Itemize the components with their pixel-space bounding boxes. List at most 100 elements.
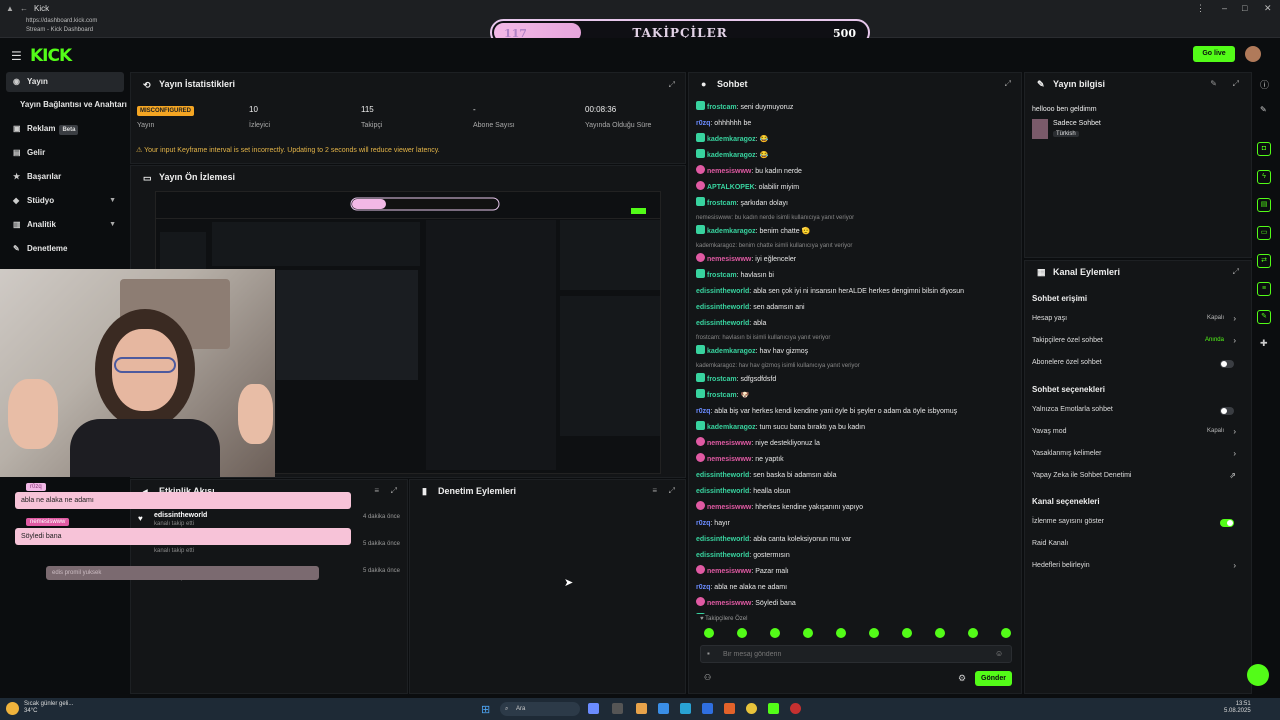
- goals-setting[interactable]: Hedefleri belirleyin ›: [1032, 561, 1240, 576]
- slow-mode-setting[interactable]: Yavaş mod Kapalı ›: [1032, 427, 1240, 442]
- emote-icon[interactable]: [737, 628, 747, 638]
- maximize-icon[interactable]: □: [1242, 3, 1247, 13]
- language-tag[interactable]: Türkish: [1053, 131, 1079, 137]
- rail-list-icon[interactable]: ≡: [1257, 282, 1271, 296]
- rail-camera-icon[interactable]: ◘: [1257, 142, 1271, 156]
- chat-username[interactable]: edissintheworld: [696, 552, 749, 559]
- chat-input[interactable]: [700, 645, 1012, 663]
- subs-only-setting[interactable]: Abonelere özel sohbet: [1032, 359, 1240, 373]
- filter-icon[interactable]: ≡: [374, 486, 379, 495]
- chat-username[interactable]: kademkaragoz: [707, 152, 756, 159]
- emote-icon[interactable]: [935, 628, 945, 638]
- sidebar-item-moderation[interactable]: ✎ Denetleme: [6, 239, 124, 259]
- expand-icon[interactable]: ⤢: [391, 486, 397, 496]
- expand-icon[interactable]: ⤢: [669, 80, 675, 90]
- emote-icon[interactable]: [1001, 628, 1011, 638]
- rail-wrench-icon[interactable]: ✎: [1257, 310, 1271, 324]
- taskbar-app-icon[interactable]: [588, 703, 599, 714]
- chat-username[interactable]: nemesiswww: [707, 440, 751, 447]
- ai-moderation-setting[interactable]: Yapay Zeka ile Sohbet Denetimi ⇗: [1032, 471, 1240, 486]
- show-viewers-toggle[interactable]: [1220, 519, 1234, 527]
- chat-username[interactable]: r0zq: [696, 520, 710, 527]
- sidebar-item-analytics[interactable]: ▥ Analitik ▼: [6, 215, 124, 235]
- chat-username[interactable]: edissintheworld: [696, 320, 749, 327]
- emote-icon[interactable]: [803, 628, 813, 638]
- category-name[interactable]: Sadece Sohbet: [1053, 120, 1101, 127]
- windows-start-icon[interactable]: ⊞: [481, 703, 490, 716]
- raid-setting[interactable]: Raid Kanalı: [1032, 540, 1240, 554]
- chat-username[interactable]: frostcam: [707, 392, 737, 399]
- emote-only-toggle[interactable]: [1220, 407, 1234, 415]
- rail-bolt-icon[interactable]: ϟ: [1257, 170, 1271, 184]
- browser-tab-title[interactable]: Kick: [34, 4, 49, 13]
- chrome-icon[interactable]: [746, 703, 757, 714]
- chat-username[interactable]: edissintheworld: [696, 288, 749, 295]
- sidebar-item-ads[interactable]: ▣ Reklam Beta: [6, 119, 124, 139]
- chat-username[interactable]: kademkaragoz: [707, 424, 756, 431]
- chat-username[interactable]: nemesiswww: [707, 504, 751, 511]
- filter-icon[interactable]: ≡: [652, 486, 657, 495]
- user-avatar[interactable]: [1245, 46, 1261, 62]
- taskbar-app-icon[interactable]: [680, 703, 691, 714]
- emote-icon[interactable]: [869, 628, 879, 638]
- chat-username[interactable]: APTALKOPEK: [707, 184, 755, 191]
- taskbar-app-icon[interactable]: [636, 703, 647, 714]
- chat-username[interactable]: frostcam: [707, 376, 737, 383]
- chat-username[interactable]: nemesiswww: [707, 568, 751, 575]
- activity-user[interactable]: edissintheworld: [154, 512, 207, 519]
- taskbar-app-icon[interactable]: [658, 703, 669, 714]
- taskbar-app-icon[interactable]: [612, 703, 623, 714]
- minimize-icon[interactable]: –: [1222, 3, 1227, 13]
- sidebar-subitem-stream-key[interactable]: Yayın Bağlantısı ve Anahtarı: [20, 100, 127, 109]
- sidebar-item-stream[interactable]: ◉ Yayın: [6, 72, 124, 92]
- chat-username[interactable]: nemesiswww: [707, 456, 751, 463]
- emote-icon[interactable]: [968, 628, 978, 638]
- account-age-setting[interactable]: Hesap yaşı Kapalı ›: [1032, 314, 1240, 329]
- chat-username[interactable]: r0zq: [696, 408, 710, 415]
- expand-icon[interactable]: ⤢: [1233, 267, 1239, 277]
- chat-message-list[interactable]: frostcam: seni duymuyoruz r0zq: ohhhhhh b…: [696, 100, 1016, 614]
- chat-username[interactable]: kademkaragoz: [707, 348, 756, 355]
- sidebar-item-studio[interactable]: ◆ Stüdyo ▼: [6, 191, 124, 211]
- followers-only-setting[interactable]: Takipçilere özel sohbet Anında ›: [1032, 336, 1240, 351]
- obs-icon[interactable]: [790, 703, 801, 714]
- emoji-icon[interactable]: ☺: [995, 649, 1003, 658]
- chat-username[interactable]: r0zq: [696, 120, 710, 127]
- expand-icon[interactable]: ⤢: [1233, 79, 1239, 89]
- rail-document-icon[interactable]: ▤: [1257, 198, 1271, 212]
- taskbar-app-icon[interactable]: [724, 703, 735, 714]
- emote-icon[interactable]: [902, 628, 912, 638]
- chat-username[interactable]: nemesiswww: [707, 256, 751, 263]
- back-icon[interactable]: ←: [20, 4, 28, 13]
- go-live-button[interactable]: Go live: [1193, 46, 1235, 62]
- rail-swap-icon[interactable]: ⇄: [1257, 254, 1271, 268]
- add-widget-icon[interactable]: ✚: [1260, 338, 1268, 349]
- chat-username[interactable]: kademkaragoz: [707, 228, 756, 235]
- kick-app-icon[interactable]: [768, 703, 779, 714]
- info-icon[interactable]: ⓘ: [1260, 78, 1269, 91]
- chat-input-icon[interactable]: ▪: [707, 649, 710, 658]
- chat-username[interactable]: edissintheworld: [696, 488, 749, 495]
- sidebar-item-revenue[interactable]: ▤ Gelir: [6, 143, 124, 163]
- expand-icon[interactable]: ⤢: [1005, 79, 1011, 89]
- chat-username[interactable]: frostcam: [707, 272, 737, 279]
- sidebar-item-achievements[interactable]: ★ Başarılar: [6, 167, 124, 187]
- chat-username[interactable]: edissintheworld: [696, 472, 749, 479]
- url-text[interactable]: https://dashboard.kick.com: [26, 17, 97, 26]
- close-icon[interactable]: ✕: [1264, 3, 1272, 14]
- expand-icon[interactable]: ⤢: [669, 486, 675, 496]
- banned-words-setting[interactable]: Yasaklanmış kelimeler ›: [1032, 449, 1240, 464]
- hamburger-icon[interactable]: ☰: [11, 49, 22, 63]
- subs-only-toggle[interactable]: [1220, 360, 1234, 368]
- help-chat-button[interactable]: [1247, 664, 1269, 686]
- emote-only-setting[interactable]: Yalnızca Emotlarla sohbet: [1032, 406, 1240, 420]
- emote-icon[interactable]: [704, 628, 714, 638]
- taskbar-clock[interactable]: 13:51 5.08.2025: [1224, 701, 1251, 715]
- edit-icon[interactable]: ✎: [1210, 79, 1217, 88]
- taskbar-app-icon[interactable]: [702, 703, 713, 714]
- taskbar-search[interactable]: ⌕ Ara: [500, 702, 580, 716]
- show-viewers-setting[interactable]: İzlenme sayısını göster: [1032, 518, 1240, 532]
- chat-username[interactable]: nemesiswww: [707, 168, 751, 175]
- chat-tools-icon[interactable]: ⚇: [704, 673, 711, 682]
- chat-username[interactable]: r0zq: [696, 584, 710, 591]
